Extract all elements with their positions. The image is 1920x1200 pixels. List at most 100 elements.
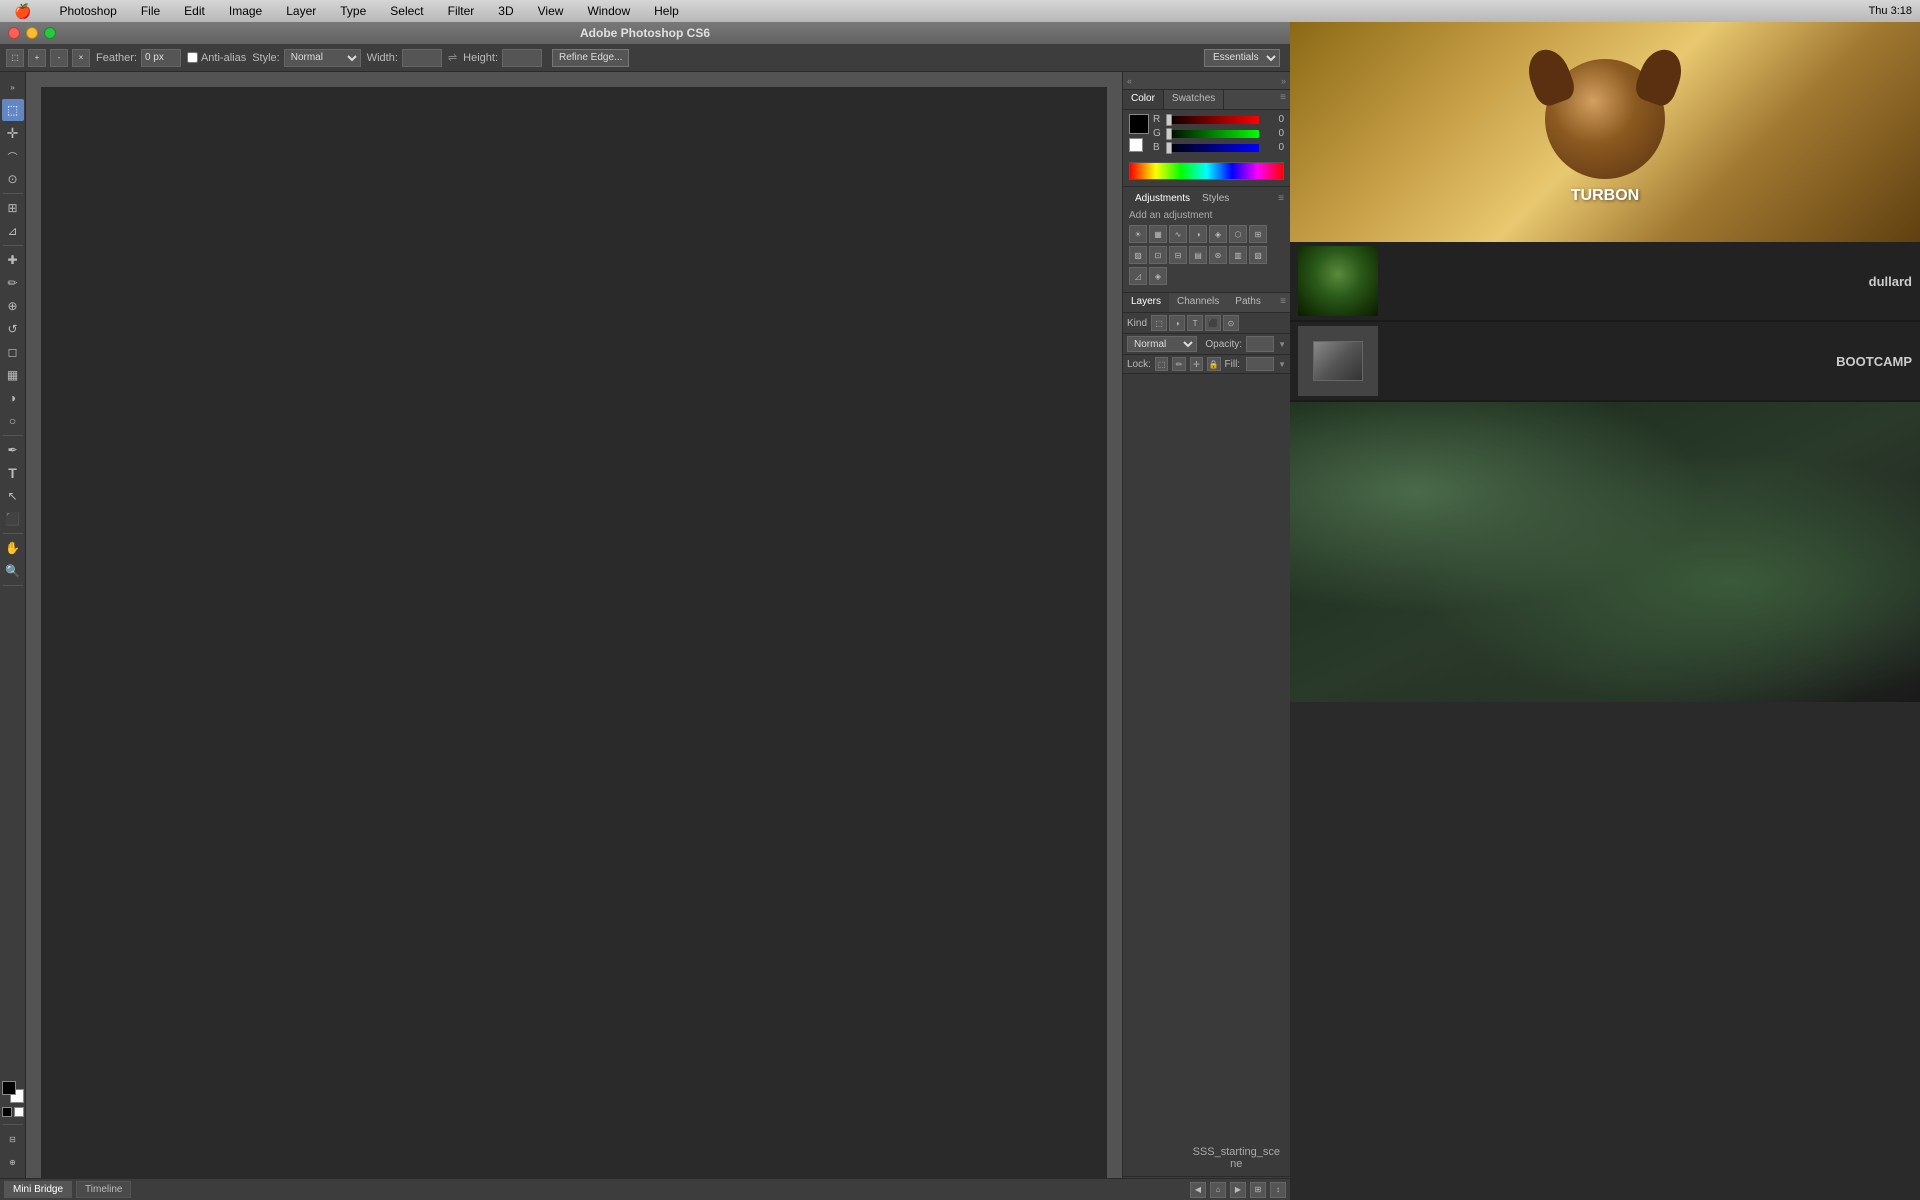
menu-view[interactable]: View bbox=[532, 2, 570, 20]
gradient-tool-btn[interactable]: ▦ bbox=[2, 364, 24, 386]
kind-pixel-btn[interactable]: ⬚ bbox=[1151, 315, 1167, 331]
zoom-tool-btn[interactable]: 🔍 bbox=[2, 560, 24, 582]
extra-btn-1[interactable]: ⊟ bbox=[2, 1128, 24, 1150]
height-input[interactable] bbox=[502, 49, 542, 67]
new-selection-btn[interactable]: ⬚ bbox=[6, 49, 24, 67]
close-button[interactable] bbox=[8, 27, 20, 39]
fill-input[interactable] bbox=[1246, 357, 1274, 371]
r-slider-track[interactable] bbox=[1166, 116, 1259, 124]
eraser-tool-btn[interactable]: ◻ bbox=[2, 341, 24, 363]
toolbar-collapse-btn[interactable]: » bbox=[2, 76, 24, 98]
panel-collapse-left[interactable]: « bbox=[1127, 76, 1132, 86]
curves-adj-btn[interactable]: ∿ bbox=[1169, 225, 1187, 243]
lock-all-btn[interactable]: 🔒 bbox=[1207, 357, 1220, 371]
menu-window[interactable]: Window bbox=[581, 2, 636, 20]
apple-logo[interactable]: 🍎 bbox=[8, 1, 37, 22]
g-slider-track[interactable] bbox=[1166, 130, 1259, 138]
color-tab[interactable]: Color bbox=[1123, 90, 1164, 109]
menu-photoshop[interactable]: Photoshop bbox=[53, 2, 122, 20]
blur-tool-btn[interactable]: ◑ bbox=[2, 387, 24, 409]
type-tool-btn[interactable]: T bbox=[2, 462, 24, 484]
dodge-tool-btn[interactable]: ○ bbox=[2, 410, 24, 432]
exposure-adj-btn[interactable]: ◑ bbox=[1189, 225, 1207, 243]
kind-shape-btn[interactable]: ⬛ bbox=[1205, 315, 1221, 331]
menu-file[interactable]: File bbox=[135, 2, 166, 20]
mini-bridge-tab[interactable]: Mini Bridge bbox=[4, 1181, 72, 1198]
menu-select[interactable]: Select bbox=[384, 2, 429, 20]
bottom-next-btn[interactable]: ▶ bbox=[1230, 1182, 1246, 1198]
fill-expand-btn[interactable]: ▼ bbox=[1278, 360, 1286, 369]
opacity-input[interactable] bbox=[1246, 336, 1274, 352]
menu-filter[interactable]: Filter bbox=[442, 2, 481, 20]
bottom-home-btn[interactable]: ⌂ bbox=[1210, 1182, 1226, 1198]
feather-input[interactable] bbox=[141, 49, 181, 67]
refine-edge-button[interactable]: Refine Edge... bbox=[552, 49, 629, 67]
width-input[interactable] bbox=[402, 49, 442, 67]
shape-tool-btn[interactable]: ⬛ bbox=[2, 508, 24, 530]
bottom-prev-btn[interactable]: ◀ bbox=[1190, 1182, 1206, 1198]
history-tool-btn[interactable]: ↺ bbox=[2, 318, 24, 340]
swatches-tab[interactable]: Swatches bbox=[1164, 90, 1224, 109]
layers-tab[interactable]: Layers bbox=[1123, 293, 1169, 312]
adjustments-tab[interactable]: Adjustments bbox=[1129, 191, 1196, 206]
add-selection-btn[interactable]: + bbox=[28, 49, 46, 67]
move-tool-btn[interactable]: ✛ bbox=[2, 122, 24, 144]
opacity-expand-btn[interactable]: ▼ bbox=[1278, 340, 1286, 349]
clone-tool-btn[interactable]: ⊕ bbox=[2, 295, 24, 317]
extra-btn-2[interactable]: ⊕ bbox=[2, 1151, 24, 1173]
minimize-button[interactable] bbox=[26, 27, 38, 39]
hand-tool-btn[interactable]: ✋ bbox=[2, 537, 24, 559]
color-balance-adj-btn[interactable]: ⊞ bbox=[1249, 225, 1267, 243]
path-select-tool-btn[interactable]: ↖ bbox=[2, 485, 24, 507]
marquee-tool-btn[interactable]: ⬚ bbox=[2, 99, 24, 121]
anti-alias-checkbox[interactable] bbox=[187, 52, 198, 63]
b-slider-thumb[interactable] bbox=[1166, 142, 1172, 154]
quick-select-tool-btn[interactable]: ⊙ bbox=[2, 168, 24, 190]
bottom-grid-btn[interactable]: ⊞ bbox=[1250, 1182, 1266, 1198]
hue-sat-adj-btn[interactable]: ⬡ bbox=[1229, 225, 1247, 243]
menu-image[interactable]: Image bbox=[223, 2, 268, 20]
kind-type-btn[interactable]: T bbox=[1187, 315, 1203, 331]
panel-expand-right[interactable]: » bbox=[1281, 76, 1286, 86]
kind-smart-btn[interactable]: ⊙ bbox=[1223, 315, 1239, 331]
subtract-selection-btn[interactable]: - bbox=[50, 49, 68, 67]
posterize-adj-btn[interactable]: ▥ bbox=[1229, 246, 1247, 264]
fg-bg-container[interactable] bbox=[2, 1081, 24, 1103]
heal-tool-btn[interactable]: ✚ bbox=[2, 249, 24, 271]
maximize-button[interactable] bbox=[44, 27, 56, 39]
pen-tool-btn[interactable]: ✒ bbox=[2, 439, 24, 461]
intersect-selection-btn[interactable]: × bbox=[72, 49, 90, 67]
color-panel-expand-btn[interactable]: ≡ bbox=[1276, 90, 1290, 109]
menu-3d[interactable]: 3D bbox=[492, 2, 519, 20]
style-select[interactable]: Normal Fixed Ratio Fixed Size bbox=[284, 49, 361, 67]
lock-position-btn[interactable]: ✛ bbox=[1190, 357, 1203, 371]
r-slider-thumb[interactable] bbox=[1166, 114, 1172, 126]
foreground-color-swatch[interactable] bbox=[2, 1081, 16, 1095]
b-slider-track[interactable] bbox=[1166, 144, 1259, 152]
bg-color-box-panel[interactable] bbox=[1129, 138, 1143, 152]
eyedropper-tool-btn[interactable]: ⊿ bbox=[2, 220, 24, 242]
color-lookup-adj-btn[interactable]: ▤ bbox=[1189, 246, 1207, 264]
channels-tab[interactable]: Channels bbox=[1169, 293, 1227, 312]
styles-tab[interactable]: Styles bbox=[1196, 191, 1235, 206]
g-slider-thumb[interactable] bbox=[1166, 128, 1172, 140]
swap-dimensions-icon[interactable]: ⇌ bbox=[448, 51, 457, 64]
thumbnail-bootcamp[interactable]: BOOTCAMP bbox=[1290, 322, 1920, 402]
menu-help[interactable]: Help bbox=[648, 2, 685, 20]
crop-tool-btn[interactable]: ⊞ bbox=[2, 197, 24, 219]
lock-transparent-btn[interactable]: ⬚ bbox=[1155, 357, 1168, 371]
vibrance-adj-btn[interactable]: ◈ bbox=[1209, 225, 1227, 243]
selective-color-adj-btn[interactable]: ◈ bbox=[1149, 267, 1167, 285]
color-spectrum-bar[interactable] bbox=[1129, 162, 1284, 180]
levels-adj-btn[interactable]: ▦ bbox=[1149, 225, 1167, 243]
layers-expand-btn[interactable]: ≡ bbox=[1276, 293, 1290, 312]
gradient-map-adj-btn[interactable]: ◿ bbox=[1129, 267, 1147, 285]
brush-tool-btn[interactable]: ✏ bbox=[2, 272, 24, 294]
bw-adj-btn[interactable]: ▨ bbox=[1129, 246, 1147, 264]
channel-mix-adj-btn[interactable]: ⊟ bbox=[1169, 246, 1187, 264]
thumbnail-dullard[interactable]: dullard bbox=[1290, 242, 1920, 322]
brightness-adj-btn[interactable]: ☀ bbox=[1129, 225, 1147, 243]
menu-type[interactable]: Type bbox=[334, 2, 372, 20]
kind-adjust-btn[interactable]: ◑ bbox=[1169, 315, 1185, 331]
bottom-sort-btn[interactable]: ↕ bbox=[1270, 1182, 1286, 1198]
